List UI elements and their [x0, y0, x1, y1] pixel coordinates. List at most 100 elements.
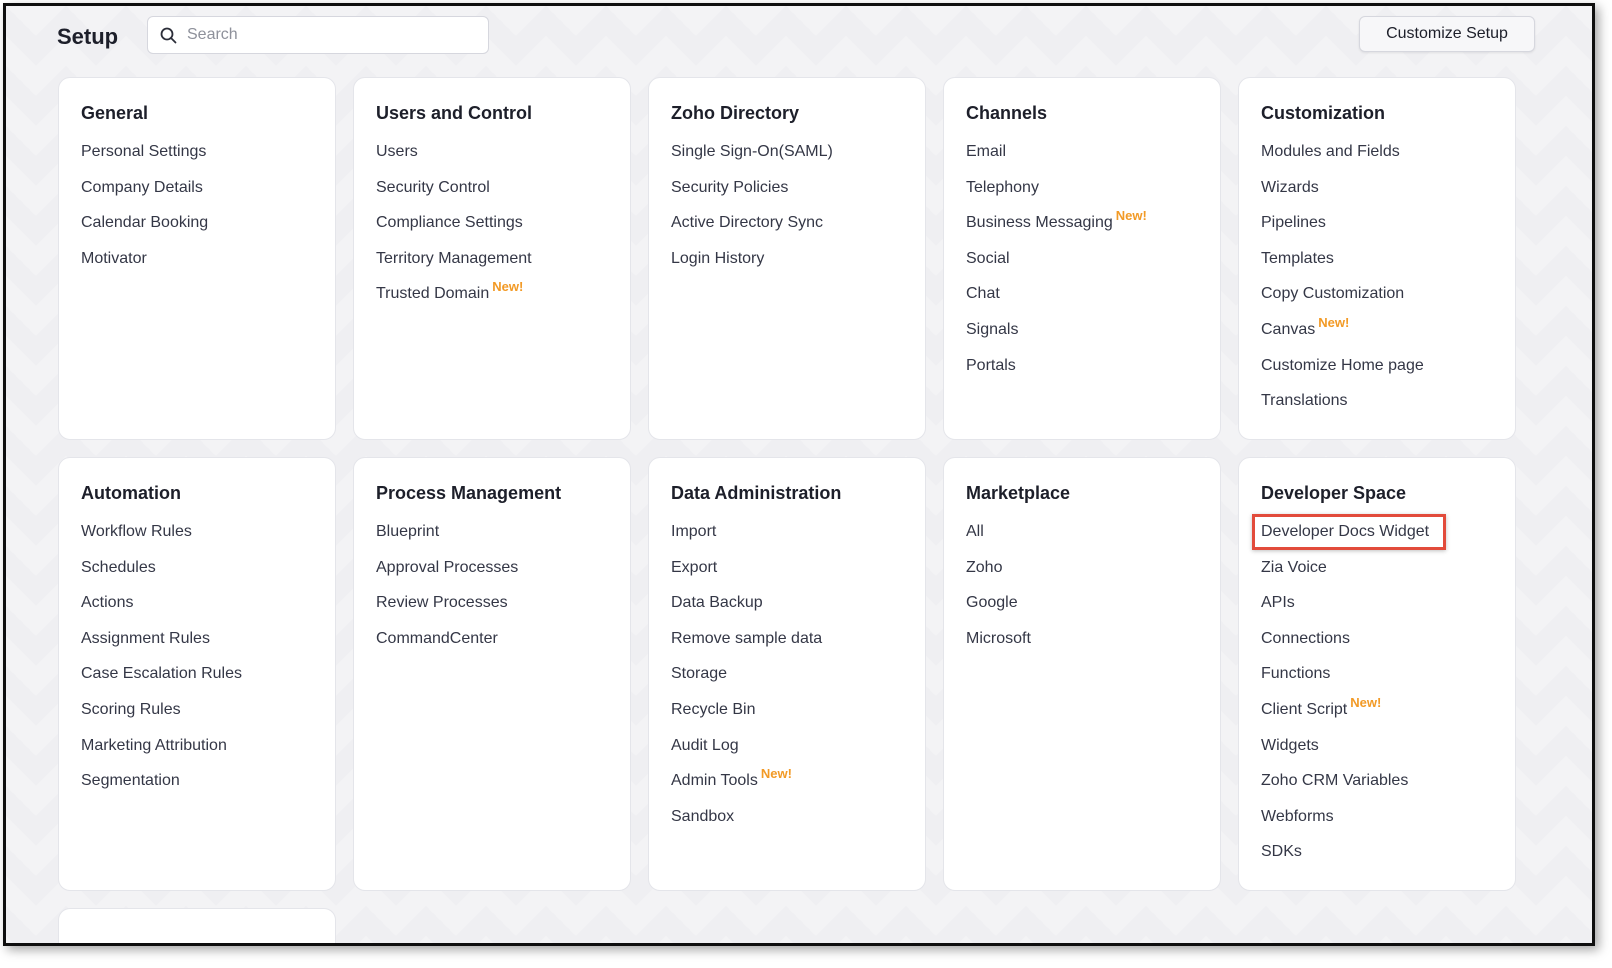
menu-item-label: Active Directory Sync	[671, 214, 824, 232]
menu-item-portals[interactable]: Portals	[966, 348, 1198, 384]
menu-item-sdks[interactable]: SDKs	[1261, 834, 1493, 870]
menu-item-business-messaging[interactable]: Business Messaging New!	[966, 205, 1198, 241]
menu-item-blueprint[interactable]: Blueprint	[376, 514, 608, 550]
menu-item-developer-docs-widget[interactable]: Developer Docs Widget	[1252, 514, 1493, 550]
menu-item-label: Signals	[966, 320, 1019, 338]
menu-item-label: Chat	[966, 285, 1000, 303]
menu-item-label: Google	[966, 594, 1018, 612]
menu-item-label: Security Control	[376, 178, 490, 196]
menu-item-client-script[interactable]: Client Script New!	[1261, 692, 1493, 728]
menu-item-recycle-bin[interactable]: Recycle Bin	[671, 692, 903, 728]
card-title: Developer Space	[1261, 483, 1407, 503]
new-badge: New!	[1318, 314, 1350, 330]
menu-item-data-backup[interactable]: Data Backup	[671, 585, 903, 621]
menu-item-zia-voice[interactable]: Zia Voice	[1261, 550, 1493, 586]
menu-item-label: CommandCenter	[376, 629, 498, 647]
menu-item-label: Wizards	[1261, 178, 1319, 196]
menu-item-modules-and-fields[interactable]: Modules and Fields	[1261, 134, 1493, 170]
menu-item-users[interactable]: Users	[376, 134, 608, 170]
card-zoho-directory: Zoho Directory Single Sign-On(SAML) Secur…	[648, 77, 926, 440]
menu-item-email[interactable]: Email	[966, 134, 1198, 170]
menu-item-scoring-rules[interactable]: Scoring Rules	[81, 692, 313, 728]
menu-item-calendar-booking[interactable]: Calendar Booking	[81, 205, 313, 241]
menu-item-label: Webforms	[1261, 807, 1334, 825]
menu-item-security-control[interactable]: Security Control	[376, 170, 608, 206]
menu-item-apis[interactable]: APIs	[1261, 585, 1493, 621]
card-marketplace: Marketplace All Zoho Google Microsoft	[943, 457, 1221, 891]
menu-item-widgets[interactable]: Widgets	[1261, 728, 1493, 764]
menu-item-signals[interactable]: Signals	[966, 312, 1198, 348]
menu-item-schedules[interactable]: Schedules	[81, 550, 313, 586]
menu-item-templates[interactable]: Templates	[1261, 241, 1493, 277]
menu-item-telephony[interactable]: Telephony	[966, 170, 1198, 206]
menu-item-functions[interactable]: Functions	[1261, 656, 1493, 692]
menu-item-webforms[interactable]: Webforms	[1261, 799, 1493, 835]
menu-item-google[interactable]: Google	[966, 585, 1198, 621]
card-list: Single Sign-On(SAML) Security Policies Act…	[671, 134, 903, 276]
search-input[interactable]	[185, 25, 479, 45]
menu-item-translations[interactable]: Translations	[1261, 383, 1493, 419]
menu-item-single-sign-on-saml[interactable]: Single Sign-On(SAML)	[671, 134, 903, 170]
menu-item-remove-sample-data[interactable]: Remove sample data	[671, 621, 903, 657]
card-title: General	[81, 103, 149, 123]
menu-item-territory-management[interactable]: Territory Management	[376, 241, 608, 277]
menu-item-label: Export	[671, 558, 718, 576]
menu-item-label: Templates	[1261, 249, 1334, 267]
menu-item-label: Audit Log	[671, 736, 739, 754]
menu-item-audit-log[interactable]: Audit Log	[671, 728, 903, 764]
menu-item-marketing-attribution[interactable]: Marketing Attribution	[81, 728, 313, 764]
menu-item-label: Client Script	[1261, 700, 1348, 718]
menu-item-copy-customization[interactable]: Copy Customization	[1261, 276, 1493, 312]
menu-item-security-policies[interactable]: Security Policies	[671, 170, 903, 206]
menu-item-trusted-domain[interactable]: Trusted Domain New!	[376, 276, 608, 312]
menu-item-admin-tools[interactable]: Admin Tools New!	[671, 763, 903, 799]
menu-item-actions[interactable]: Actions	[81, 585, 313, 621]
menu-item-label: Segmentation	[81, 772, 180, 790]
menu-item-label: Territory Management	[376, 249, 532, 267]
menu-item-storage[interactable]: Storage	[671, 656, 903, 692]
menu-item-wizards[interactable]: Wizards	[1261, 170, 1493, 206]
menu-item-approval-processes[interactable]: Approval Processes	[376, 550, 608, 586]
menu-item-sandbox[interactable]: Sandbox	[671, 799, 903, 835]
menu-item-active-directory-sync[interactable]: Active Directory Sync	[671, 205, 903, 241]
menu-item-commandcenter[interactable]: CommandCenter	[376, 621, 608, 657]
menu-item-label: Storage	[671, 665, 728, 683]
menu-item-all[interactable]: All	[966, 514, 1198, 550]
menu-item-case-escalation-rules[interactable]: Case Escalation Rules	[81, 656, 313, 692]
card-title: Zoho Directory	[671, 103, 800, 123]
card-list: Personal Settings Company Details Calendar…	[81, 134, 313, 276]
menu-item-segmentation[interactable]: Segmentation	[81, 763, 313, 799]
card-general: General Personal Settings Company Details…	[58, 77, 336, 440]
menu-item-company-details[interactable]: Company Details	[81, 170, 313, 206]
menu-item-connections[interactable]: Connections	[1261, 621, 1493, 657]
menu-item-label: Functions	[1261, 665, 1331, 683]
menu-item-social[interactable]: Social	[966, 241, 1198, 277]
menu-item-customize-home-page[interactable]: Customize Home page	[1261, 348, 1493, 384]
menu-item-label: Remove sample data	[671, 629, 823, 647]
menu-item-microsoft[interactable]: Microsoft	[966, 621, 1198, 657]
menu-item-chat[interactable]: Chat	[966, 276, 1198, 312]
menu-item-motivator[interactable]: Motivator	[81, 241, 313, 277]
menu-item-canvas[interactable]: Canvas New!	[1261, 312, 1493, 348]
new-badge: New!	[1115, 208, 1147, 224]
menu-item-label: Personal Settings	[81, 143, 207, 160]
menu-item-label: Copy Customization	[1261, 285, 1405, 303]
menu-item-pipelines[interactable]: Pipelines	[1261, 205, 1493, 241]
search-icon	[160, 27, 177, 43]
menu-item-review-processes[interactable]: Review Processes	[376, 585, 608, 621]
menu-item-personal-settings[interactable]: Personal Settings	[81, 134, 313, 170]
customize-setup-button[interactable]: Customize Setup	[1359, 16, 1535, 52]
menu-item-compliance-settings[interactable]: Compliance Settings	[376, 205, 608, 241]
menu-item-zoho[interactable]: Zoho	[966, 550, 1198, 586]
menu-item-export[interactable]: Export	[671, 550, 903, 586]
menu-item-zoho-crm-variables[interactable]: Zoho CRM Variables	[1261, 763, 1493, 799]
menu-item-workflow-rules[interactable]: Workflow Rules	[81, 514, 313, 550]
card-title: Channels	[966, 103, 1048, 123]
new-badge: New!	[492, 279, 524, 295]
card-process-management: Process Management Blueprint Approval Pro…	[353, 457, 631, 891]
menu-item-assignment-rules[interactable]: Assignment Rules	[81, 621, 313, 657]
card-list: Modules and Fields Wizards Pipelines Templa…	[1261, 134, 1493, 419]
menu-item-import[interactable]: Import	[671, 514, 903, 550]
menu-item-login-history[interactable]: Login History	[671, 241, 903, 277]
search-box[interactable]	[147, 16, 489, 54]
